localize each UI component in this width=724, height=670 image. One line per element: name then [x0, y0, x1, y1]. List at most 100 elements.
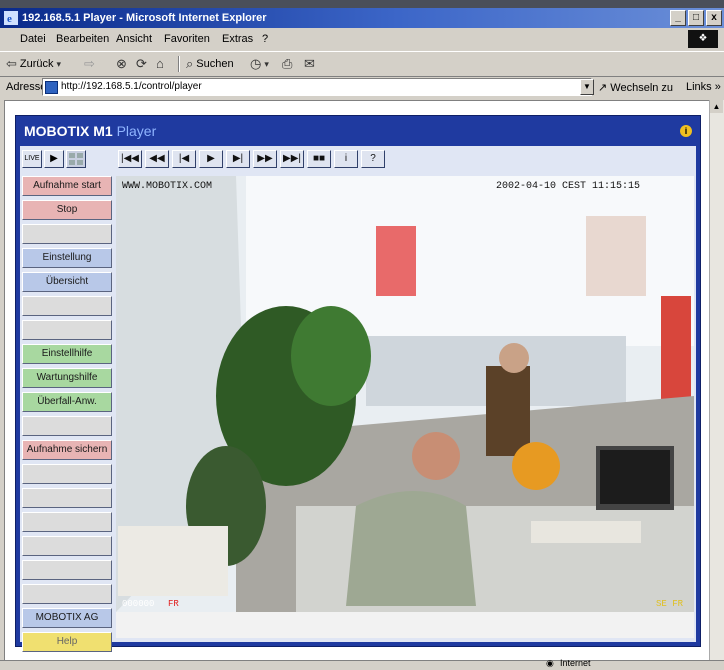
side-button-empty[interactable]	[22, 536, 112, 556]
info-icon[interactable]: i	[680, 125, 692, 137]
go-label: Wechseln zu	[610, 82, 674, 94]
overlay-bottom-left: 000000	[122, 599, 154, 609]
toolbar: ⇦ Zurück ▾ ⇨ ⊗ ⟳ ⌂ ⌕ Suchen ◷ ▾ ⎙ ✉	[0, 51, 724, 77]
overlay-bottom-right: SE FR	[656, 599, 684, 609]
overlay-top-left: WWW.MOBOTIX.COM	[122, 181, 212, 192]
menu-bar: Datei Bearbeiten Ansicht Favoriten Extra…	[0, 29, 724, 49]
search-label: Suchen	[196, 58, 234, 70]
refresh-button[interactable]: ⟳	[136, 56, 147, 72]
side-button-einstellhilfe[interactable]: Einstellhilfe	[22, 344, 112, 364]
status-zone-icon: ◉	[546, 658, 554, 668]
fast-forward-button[interactable]: ▶▶	[253, 150, 277, 168]
menu-ansicht[interactable]: Ansicht	[116, 33, 152, 45]
print-icon: ⎙	[282, 56, 293, 71]
window-title: 192.168.5.1 Player - Microsoft Internet …	[22, 12, 267, 24]
playback-controls: |◀◀ ◀◀ |◀ ▶ ▶| ▶▶ ▶▶| ■■ i ?	[118, 150, 385, 170]
side-button-empty[interactable]	[22, 560, 112, 580]
print-button[interactable]: ⎙	[282, 56, 292, 72]
stop-button[interactable]: ⊗	[116, 56, 127, 72]
player-panel: MOBOTIX M1 Player i LIVE ▶ |◀◀ ◀◀ |◀ ▶ ▶…	[15, 115, 701, 652]
maximize-button[interactable]: □	[688, 10, 704, 26]
rewind-button[interactable]: ◀◀	[145, 150, 169, 168]
side-button-empty[interactable]	[22, 320, 112, 340]
player-brand: MOBOTIX M1 Player	[24, 123, 156, 139]
forward-button[interactable]: ⇨	[84, 56, 95, 72]
minimize-button[interactable]: _	[670, 10, 686, 26]
side-button-empty[interactable]	[22, 584, 112, 604]
toolbar-separator	[178, 56, 180, 72]
pause-button[interactable]: ■■	[307, 150, 331, 168]
dropdown-icon: ▾	[264, 58, 269, 69]
menu-datei[interactable]: Datei	[20, 33, 46, 45]
page-content: MOBOTIX M1 Player i LIVE ▶ |◀◀ ◀◀ |◀ ▶ ▶…	[4, 100, 710, 662]
close-button[interactable]: x	[706, 10, 722, 26]
menu-bearbeiten[interactable]: Bearbeiten	[56, 33, 109, 45]
search-icon: ⌕	[186, 56, 194, 71]
refresh-icon: ⟳	[136, 56, 147, 71]
forward-arrow-icon: ⇨	[84, 56, 95, 71]
stop-icon: ⊗	[116, 56, 127, 71]
side-button-aufnahme-start[interactable]: Aufnahme start	[22, 176, 112, 196]
menu-extras[interactable]: Extras	[222, 33, 253, 45]
side-button-empty[interactable]	[22, 416, 112, 436]
back-label: Zurück	[19, 58, 54, 70]
side-button-aufnahme-sichern[interactable]: Aufnahme sichern	[22, 440, 112, 460]
back-button[interactable]: ⇦ Zurück ▾	[6, 56, 61, 72]
address-url: http://192.168.5.1/control/player	[61, 81, 202, 92]
back-arrow-icon: ⇦	[6, 56, 17, 71]
grid-mode-button[interactable]	[66, 150, 86, 168]
side-button-empty[interactable]	[22, 224, 112, 244]
overlay-bottom-left-tag: FR	[168, 599, 179, 609]
status-zone-label: Internet	[560, 658, 591, 668]
home-button[interactable]: ⌂	[156, 56, 164, 71]
live-mode-button[interactable]: LIVE	[22, 150, 42, 168]
side-button-überfall-anw-[interactable]: Überfall-Anw.	[22, 392, 112, 412]
scroll-up-arrow-icon[interactable]: ▲	[710, 100, 723, 113]
side-button-wartungshilfe[interactable]: Wartungshilfe	[22, 368, 112, 388]
menu-favoriten[interactable]: Favoriten	[164, 33, 210, 45]
side-button-empty[interactable]	[22, 296, 112, 316]
side-button-mobotix-ag[interactable]: MOBOTIX AG	[22, 608, 112, 628]
vertical-scrollbar[interactable]: ▲	[709, 100, 724, 660]
go-arrow-icon: ↗	[598, 82, 608, 94]
play-mode-button[interactable]: ▶	[44, 150, 64, 168]
player-header: MOBOTIX M1 Player i	[16, 116, 700, 146]
history-button[interactable]: ◷ ▾	[250, 56, 269, 72]
search-button[interactable]: ⌕ Suchen	[186, 56, 234, 72]
go-button[interactable]: ↗ Wechseln zu	[598, 81, 673, 94]
side-button-panel: Aufnahme start Stop Einstellung Übersicht Ei…	[20, 176, 112, 656]
side-button-stop[interactable]: Stop	[22, 200, 112, 220]
side-button-übersicht[interactable]: Übersicht	[22, 272, 112, 292]
ie-logo-icon: e	[4, 11, 18, 25]
last-frame-button[interactable]: ▶▶|	[280, 150, 304, 168]
side-button-einstellung[interactable]: Einstellung	[22, 248, 112, 268]
first-frame-button[interactable]: |◀◀	[118, 150, 142, 168]
side-button-empty[interactable]	[22, 512, 112, 532]
address-bar: Adresse http://192.168.5.1/control/playe…	[0, 76, 724, 98]
video-footer-area	[116, 612, 694, 638]
step-forward-button[interactable]: ▶|	[226, 150, 250, 168]
address-input[interactable]: http://192.168.5.1/control/player	[42, 78, 592, 96]
links-button[interactable]: Links »	[686, 81, 721, 93]
info-button[interactable]: i	[334, 150, 358, 168]
side-button-help[interactable]: Help	[22, 632, 112, 652]
mode-buttons: LIVE ▶	[20, 150, 112, 170]
address-label: Adresse	[6, 81, 47, 93]
brand-name: MOBOTIX M1	[24, 123, 113, 139]
mail-button[interactable]: ✉	[304, 56, 315, 72]
windows-logo-icon: ❖	[688, 30, 718, 48]
camera-video: WWW.MOBOTIX.COM 2002-04-10 CEST 11:15:15…	[116, 176, 694, 612]
side-button-empty[interactable]	[22, 488, 112, 508]
side-button-empty[interactable]	[22, 464, 112, 484]
mail-icon: ✉	[304, 56, 315, 71]
address-dropdown-button[interactable]: ▼	[580, 79, 594, 95]
brand-subtitle: Player	[116, 123, 157, 139]
step-back-button[interactable]: |◀	[172, 150, 196, 168]
overlay-timestamp: 2002-04-10 CEST 11:15:15	[496, 181, 640, 192]
menu-help[interactable]: ?	[262, 33, 268, 45]
browser-window: e 192.168.5.1 Player - Microsoft Interne…	[0, 8, 724, 670]
play-button[interactable]: ▶	[199, 150, 223, 168]
help-button[interactable]: ?	[361, 150, 385, 168]
camera-frame-image: WWW.MOBOTIX.COM 2002-04-10 CEST 11:15:15…	[116, 176, 694, 612]
home-icon: ⌂	[156, 56, 164, 71]
